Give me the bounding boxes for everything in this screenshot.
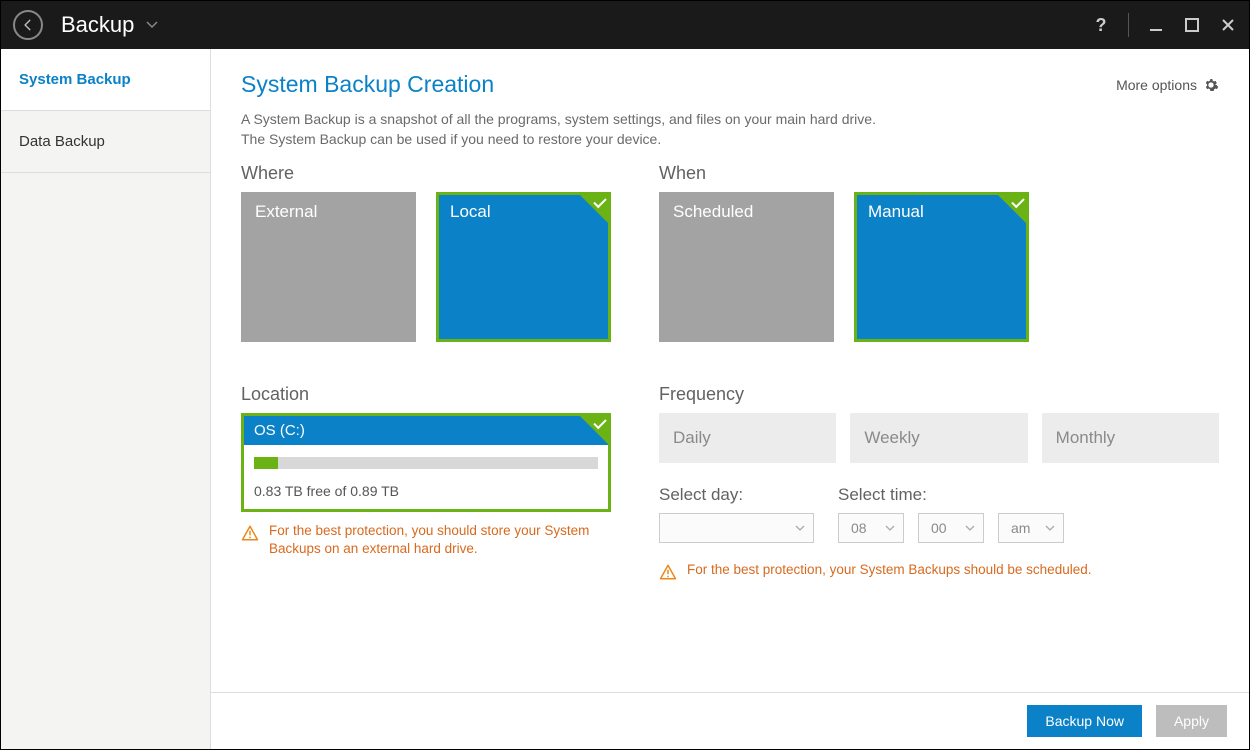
location-warning: For the best protection, you should stor… (241, 522, 611, 558)
close-button[interactable] (1219, 16, 1237, 34)
frequency-option-monthly[interactable]: Monthly (1042, 413, 1219, 463)
tile-label: Scheduled (673, 202, 753, 221)
sidebar-item-system-backup[interactable]: System Backup (1, 49, 210, 111)
warning-icon (241, 524, 259, 542)
frequency-option-label: Monthly (1056, 428, 1116, 448)
titlebar: Backup ? (1, 1, 1249, 49)
when-option-manual[interactable]: Manual (854, 192, 1029, 342)
frequency-label: Frequency (659, 384, 1219, 405)
chevron-down-icon (146, 21, 158, 29)
page-title: System Backup Creation (241, 71, 494, 98)
tile-label: External (255, 202, 317, 221)
title-dropdown[interactable] (146, 21, 158, 29)
button-label: Apply (1174, 713, 1209, 729)
select-day-dropdown[interactable] (659, 513, 814, 543)
sidebar-item-data-backup[interactable]: Data Backup (1, 111, 210, 173)
page-description: A System Backup is a snapshot of all the… (241, 110, 1219, 149)
select-minute-dropdown[interactable]: 00 (918, 513, 984, 543)
select-day-label: Select day: (659, 485, 814, 505)
maximize-button[interactable] (1183, 16, 1201, 34)
chevron-down-icon (965, 525, 975, 531)
chevron-down-icon (1045, 525, 1055, 531)
warning-icon (659, 563, 677, 581)
tile-label: Local (450, 202, 491, 221)
close-icon (1221, 18, 1235, 32)
frequency-warning: For the best protection, your System Bac… (659, 561, 1219, 581)
when-option-scheduled[interactable]: Scheduled (659, 192, 834, 342)
tile-label: Manual (868, 202, 924, 221)
chevron-down-icon (795, 525, 805, 531)
location-free-text: 0.83 TB free of 0.89 TB (254, 483, 598, 499)
titlebar-divider (1128, 13, 1129, 37)
frequency-warning-text: For the best protection, your System Bac… (687, 561, 1091, 579)
arrow-left-icon (21, 18, 35, 32)
sidebar: System Backup Data Backup (1, 49, 211, 749)
frequency-option-label: Weekly (864, 428, 919, 448)
more-options-label: More options (1116, 77, 1197, 93)
select-ampm-dropdown[interactable]: am (998, 513, 1064, 543)
location-card[interactable]: OS (C:) 0.83 TB free of 0.89 TB (241, 413, 611, 512)
button-label: Backup Now (1045, 713, 1124, 729)
backup-now-button[interactable]: Backup Now (1027, 705, 1142, 737)
frequency-option-daily[interactable]: Daily (659, 413, 836, 463)
location-drive-name: OS (C:) (244, 416, 608, 445)
sidebar-item-label: Data Backup (19, 133, 105, 150)
where-label: Where (241, 163, 611, 184)
select-hour-dropdown[interactable]: 08 (838, 513, 904, 543)
location-label: Location (241, 384, 611, 405)
location-usage-bar (254, 457, 598, 469)
location-warning-text: For the best protection, you should stor… (269, 522, 611, 558)
select-ampm-value: am (1011, 520, 1030, 536)
select-hour-value: 08 (851, 520, 867, 536)
where-option-local[interactable]: Local (436, 192, 611, 342)
location-usage-fill (254, 457, 278, 469)
gear-icon (1203, 77, 1219, 93)
maximize-icon (1185, 18, 1199, 32)
minimize-button[interactable] (1147, 16, 1165, 34)
apply-button[interactable]: Apply (1156, 705, 1227, 737)
help-button[interactable]: ? (1092, 16, 1110, 34)
when-label: When (659, 163, 1219, 184)
chevron-down-icon (885, 525, 895, 531)
select-minute-value: 00 (931, 520, 947, 536)
footer: Backup Now Apply (211, 692, 1249, 749)
select-time-label: Select time: (838, 485, 1064, 505)
frequency-option-weekly[interactable]: Weekly (850, 413, 1027, 463)
frequency-option-label: Daily (673, 428, 711, 448)
back-button[interactable] (13, 10, 43, 40)
more-options-button[interactable]: More options (1116, 77, 1219, 93)
minimize-icon (1149, 18, 1163, 32)
where-option-external[interactable]: External (241, 192, 416, 342)
sidebar-item-label: System Backup (19, 71, 131, 88)
window-title: Backup (61, 12, 134, 38)
